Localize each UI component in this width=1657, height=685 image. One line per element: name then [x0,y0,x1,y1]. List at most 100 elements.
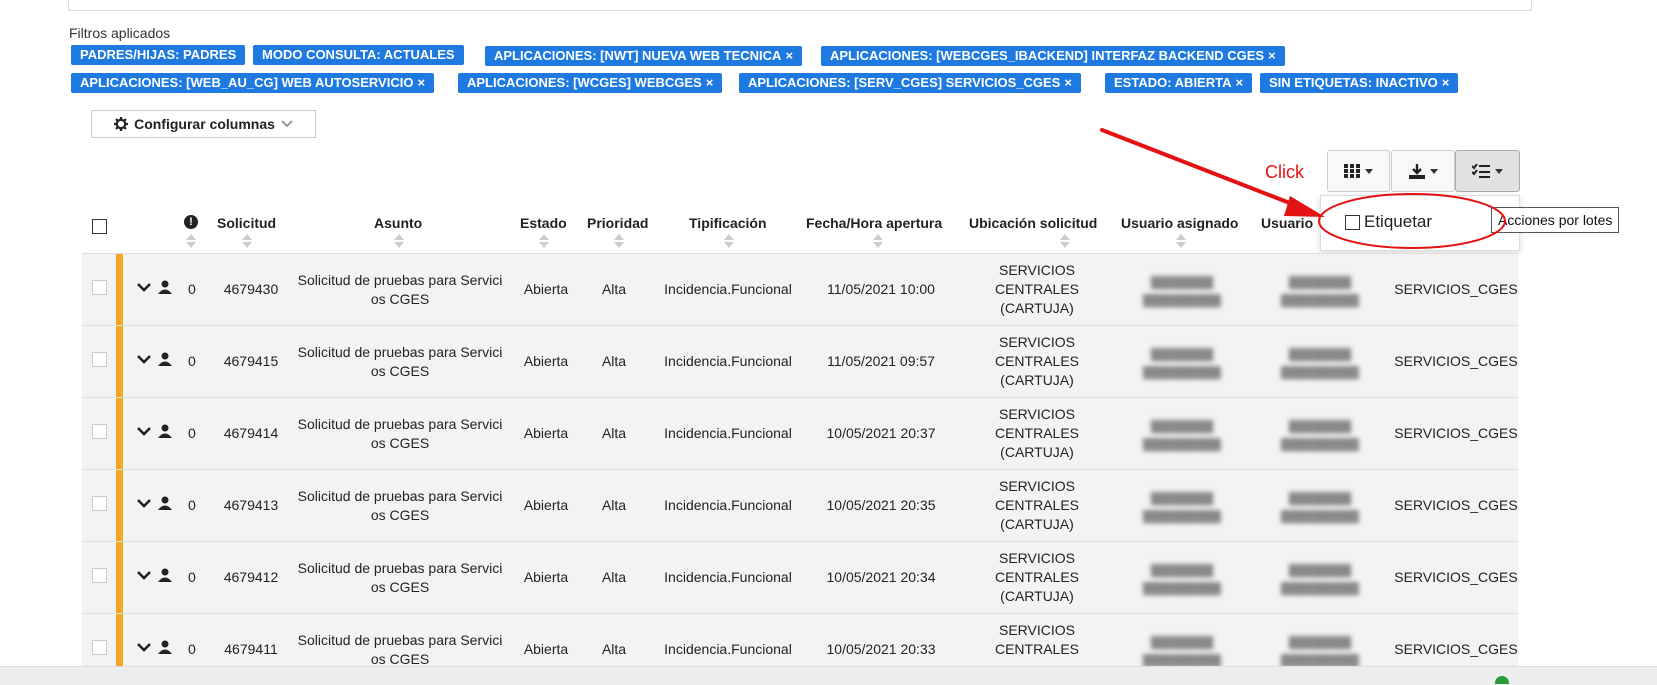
column-header-usuario[interactable]: Usuario [1261,215,1313,231]
sort-icon[interactable] [186,234,196,250]
row-estado: Abierta [523,641,569,657]
column-header-prioridad[interactable]: Prioridad [587,215,648,231]
row-grupo: SERVICIOS_CGES [1394,569,1518,585]
column-header-ubicacion[interactable]: Ubicación solicitud [969,215,1097,231]
row-fecha: 10/05/2021 20:34 [826,569,936,585]
remove-icon[interactable]: × [785,48,793,63]
row-fecha: 10/05/2021 20:37 [826,425,936,441]
row-id[interactable]: 4679414 [219,424,283,443]
remove-icon[interactable]: × [1235,75,1243,90]
sort-icon[interactable] [242,234,252,250]
column-header-fecha[interactable]: Fecha/Hora apertura [806,215,942,231]
row-count: 0 [188,281,196,297]
annotation-arrowhead [1284,196,1325,217]
batch-actions-button[interactable] [1455,150,1520,192]
filter-chip-app-web-au-cg[interactable]: APLICACIONES: [WEB_AU_CG] WEB AUTOSERVIC… [71,73,435,93]
table-row[interactable]: 0 4679430 Solicitud de pruebas para Serv… [82,253,1518,325]
bottom-bar [0,666,1657,685]
filters-label: Filtros aplicados [69,25,171,41]
row-asunto: Solicitud de pruebas para Servici os CGES [297,344,503,379]
table-row[interactable]: 0 4679412 Solicitud de pruebas para Serv… [82,541,1518,613]
chevron-down-icon[interactable] [137,570,151,580]
chevron-down-icon[interactable] [137,282,151,292]
filter-chip-estado[interactable]: ESTADO: ABIERTA × [1105,73,1253,93]
filter-chip-app-nwt[interactable]: APLICACIONES: [NWT] NUEVA WEB TECNICA × [485,46,803,66]
row-estado: Abierta [523,569,569,585]
row-id[interactable]: 4679413 [219,496,283,515]
row-checkbox[interactable] [92,496,107,511]
row-asunto: Solicitud de pruebas para Servici os CGES [297,632,503,667]
table-row[interactable]: 0 4679411 Solicitud de pruebas para Serv… [82,613,1518,667]
top-panel [68,0,1532,11]
column-grid-button[interactable] [1327,150,1390,192]
sort-icon[interactable] [1176,234,1186,250]
select-all-checkbox[interactable] [92,219,107,234]
priority-stripe [116,542,123,613]
row-estado: Abierta [523,425,569,441]
chevron-down-icon[interactable] [137,354,151,364]
caret-down-icon [1365,168,1373,174]
column-header-solicitud[interactable]: Solicitud [217,215,276,231]
configure-columns-button[interactable]: Configurar columnas [91,110,316,138]
row-estado: Abierta [523,497,569,513]
batch-actions-tooltip: Acciones por lotes [1491,207,1620,233]
download-button[interactable] [1391,150,1455,192]
row-checkbox[interactable] [92,640,107,655]
remove-icon[interactable]: × [1064,75,1072,90]
table-row[interactable]: 0 4679413 Solicitud de pruebas para Serv… [82,469,1518,541]
priority-stripe [116,326,123,397]
row-prioridad: Alta [601,497,627,513]
remove-icon[interactable]: × [706,75,714,90]
row-id[interactable]: 4679412 [219,568,283,587]
sort-icon[interactable] [724,234,734,250]
filter-chip-sin-etiquetas[interactable]: SIN ETIQUETAS: INACTIVO × [1260,73,1459,93]
filter-chip-app-serv-cges[interactable]: APLICACIONES: [SERV_CGES] SERVICIOS_CGES… [739,73,1081,93]
chevron-down-icon[interactable] [137,426,151,436]
chevron-down-icon [281,120,293,128]
remove-icon[interactable]: × [1268,48,1276,63]
blurred-user: ████████ ██████████ [1281,349,1359,379]
column-header-asunto[interactable]: Asunto [374,215,422,231]
sort-icon[interactable] [1060,234,1070,250]
chevron-down-icon[interactable] [137,498,151,508]
column-header-estado[interactable]: Estado [520,215,567,231]
row-checkbox[interactable] [92,424,107,439]
table-row[interactable]: 0 4679415 Solicitud de pruebas para Serv… [82,325,1518,397]
blurred-user: ████████ ██████████ [1281,493,1359,523]
row-checkbox[interactable] [92,280,107,295]
row-tipificacion: Incidencia.Funcional [664,641,792,657]
row-tipificacion: Incidencia.Funcional [664,569,792,585]
row-count: 0 [188,353,196,369]
row-checkbox[interactable] [92,352,107,367]
filter-chip-modo-consulta[interactable]: MODO CONSULTA: ACTUALES [253,45,464,65]
filter-chip-app-webcges-ibackend[interactable]: APLICACIONES: [WEBCGES_IBACKEND] INTERFA… [821,46,1285,66]
blurred-user-assigned: ████████ ██████████ [1143,421,1221,451]
sort-icon[interactable] [539,234,549,250]
blurred-user-assigned: ████████ ██████████ [1143,493,1221,523]
table-row[interactable]: 0 4679414 Solicitud de pruebas para Serv… [82,397,1518,469]
priority-stripe [116,470,123,541]
download-icon [1408,163,1425,179]
row-tipificacion: Incidencia.Funcional [664,425,792,441]
filter-chip-app-wcges[interactable]: APLICACIONES: [WCGES] WEBCGES × [458,73,723,93]
chevron-down-icon[interactable] [137,642,151,652]
sort-icon[interactable] [394,234,404,250]
priority-stripe [116,614,123,667]
filter-chip-padres-hijas[interactable]: PADRES/HIJAS: PADRES [71,45,246,65]
row-id[interactable]: 4679415 [219,352,283,371]
column-header-tipificacion[interactable]: Tipificación [689,215,767,231]
row-id[interactable]: 4679430 [219,280,283,299]
row-ubicacion: SERVICIOS CENTRALES (CARTUJA) [994,334,1080,388]
remove-icon[interactable]: × [1442,75,1450,90]
menu-item-etiquetar[interactable]: Etiquetar [1345,212,1432,232]
sort-icon[interactable] [614,234,624,250]
checkbox-icon [1345,214,1360,230]
remove-icon[interactable]: × [417,75,425,90]
row-prioridad: Alta [601,641,627,657]
row-checkbox[interactable] [92,568,107,583]
row-tipificacion: Incidencia.Funcional [664,353,792,369]
sort-icon[interactable] [873,234,883,250]
blurred-user-assigned: ████████ ██████████ [1143,637,1221,667]
row-id[interactable]: 4679411 [219,640,283,659]
column-header-usuario-asignado[interactable]: Usuario asignado [1121,215,1238,231]
